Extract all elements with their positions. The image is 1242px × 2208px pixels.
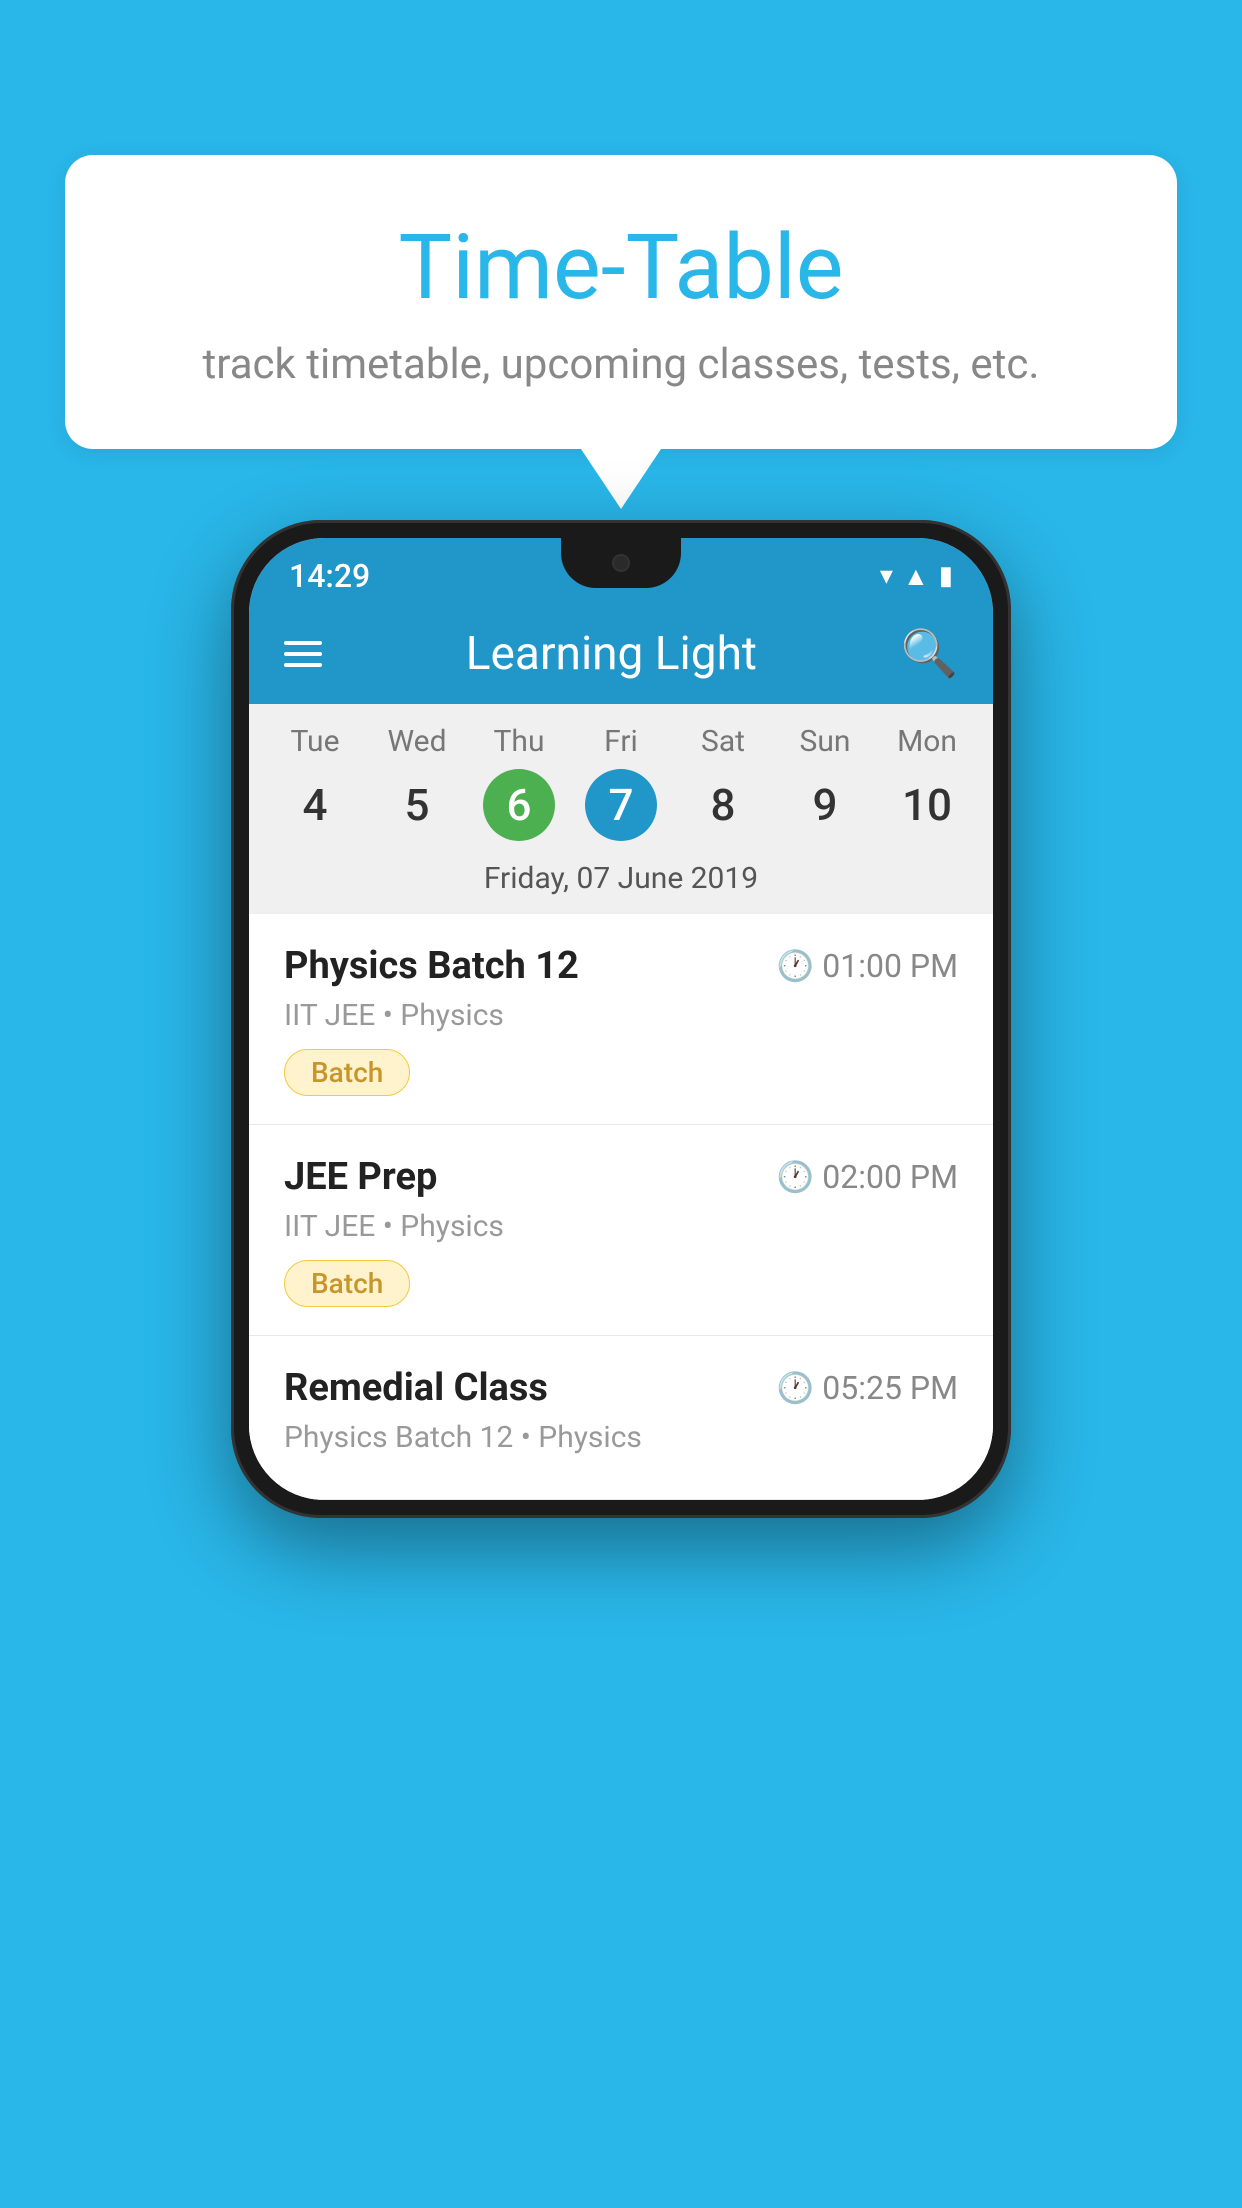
schedule-item-0[interactable]: Physics Batch 12 🕐01:00 PM IIT JEE • Physi… <box>249 914 993 1125</box>
schedule-item-2[interactable]: Remedial Class 🕐05:25 PM Physics Batch 12 … <box>249 1336 993 1500</box>
schedule-item-header: Remedial Class 🕐05:25 PM <box>284 1366 958 1410</box>
day-name-label: Sun <box>800 724 851 759</box>
calendar-day-10[interactable]: Mon 10 <box>877 724 977 841</box>
speech-bubble-subtitle: track timetable, upcoming classes, tests… <box>145 340 1097 389</box>
search-icon[interactable]: 🔍 <box>901 627 958 681</box>
day-number-label: 9 <box>789 769 861 841</box>
phone-notch <box>561 538 681 588</box>
day-number-label: 4 <box>279 769 351 841</box>
day-number-label: 8 <box>687 769 759 841</box>
calendar-day-5[interactable]: Wed 5 <box>367 724 467 841</box>
speech-bubble-arrow <box>581 449 661 509</box>
status-time: 14:29 <box>289 557 370 595</box>
day-name-label: Mon <box>897 724 957 759</box>
speech-bubble: Time-Table track timetable, upcoming cla… <box>65 155 1177 449</box>
clock-icon: 🕐 <box>777 949 814 984</box>
calendar-days-row: Tue 4 Wed 5 Thu 6 Fri 7 Sat 8 Sun 9 Mon 10 <box>249 724 993 841</box>
schedule-item-title: JEE Prep <box>284 1155 437 1199</box>
schedule-item-time: 🕐05:25 PM <box>777 1369 958 1407</box>
wifi-icon: ▾ <box>880 561 893 591</box>
schedule-item-title: Physics Batch 12 <box>284 944 579 988</box>
app-toolbar: Learning Light 🔍 <box>249 604 993 704</box>
schedule-item-title: Remedial Class <box>284 1366 548 1410</box>
camera-icon <box>612 554 630 572</box>
signal-icon: ▲ <box>903 561 929 592</box>
phone-frame: 14:29 ▾ ▲ ▮ Learning Light 🔍 <box>231 520 1011 1518</box>
calendar-day-9[interactable]: Sun 9 <box>775 724 875 841</box>
calendar-day-6[interactable]: Thu 6 <box>469 724 569 841</box>
speech-bubble-section: Time-Table track timetable, upcoming cla… <box>65 155 1177 509</box>
calendar-strip: Tue 4 Wed 5 Thu 6 Fri 7 Sat 8 Sun 9 Mon 10 Friday, 07… <box>249 704 993 914</box>
day-name-label: Tue <box>291 724 340 759</box>
selected-date-label: Friday, 07 June 2019 <box>249 849 993 914</box>
calendar-day-8[interactable]: Sat 8 <box>673 724 773 841</box>
schedule-item-1[interactable]: JEE Prep 🕐02:00 PM IIT JEE • Physics Batch <box>249 1125 993 1336</box>
time-label: 01:00 PM <box>822 947 958 985</box>
schedule-item-subtitle: Physics Batch 12 • Physics <box>284 1420 958 1455</box>
day-name-label: Wed <box>388 724 447 759</box>
schedule-item-header: JEE Prep 🕐02:00 PM <box>284 1155 958 1199</box>
batch-badge: Batch <box>284 1049 410 1096</box>
schedule-list: Physics Batch 12🕐01:00 PMIIT JEE • Physi… <box>249 914 993 1500</box>
day-name-label: Fri <box>604 724 638 759</box>
calendar-day-7[interactable]: Fri 7 <box>571 724 671 841</box>
phone-screen: 14:29 ▾ ▲ ▮ Learning Light 🔍 <box>249 538 993 1500</box>
day-number-label: 10 <box>891 769 963 841</box>
schedule-item-time: 🕐01:00 PM <box>777 947 958 985</box>
status-icons: ▾ ▲ ▮ <box>880 561 953 592</box>
day-name-label: Sat <box>701 724 745 759</box>
clock-icon: 🕐 <box>777 1371 814 1406</box>
time-label: 05:25 PM <box>822 1369 958 1407</box>
schedule-item-subtitle: IIT JEE • Physics <box>284 1209 958 1244</box>
calendar-day-4[interactable]: Tue 4 <box>265 724 365 841</box>
day-number-label: 6 <box>483 769 555 841</box>
time-label: 02:00 PM <box>822 1158 958 1196</box>
day-name-label: Thu <box>494 724 545 759</box>
phone-mockup: 14:29 ▾ ▲ ▮ Learning Light 🔍 <box>231 520 1011 1518</box>
hamburger-menu-button[interactable] <box>284 641 322 667</box>
app-title: Learning Light <box>352 627 871 681</box>
day-number-label: 7 <box>585 769 657 841</box>
schedule-item-time: 🕐02:00 PM <box>777 1158 958 1196</box>
day-number-label: 5 <box>381 769 453 841</box>
battery-icon: ▮ <box>939 561 953 591</box>
schedule-item-subtitle: IIT JEE • Physics <box>284 998 958 1033</box>
batch-badge: Batch <box>284 1260 410 1307</box>
schedule-item-header: Physics Batch 12 🕐01:00 PM <box>284 944 958 988</box>
clock-icon: 🕐 <box>777 1160 814 1195</box>
speech-bubble-title: Time-Table <box>145 215 1097 320</box>
